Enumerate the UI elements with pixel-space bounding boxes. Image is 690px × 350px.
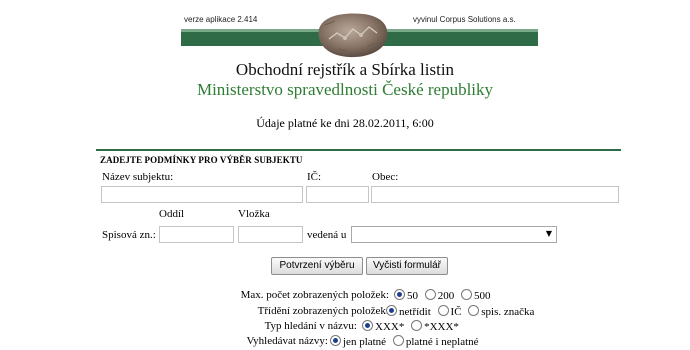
submit-selection-button[interactable]: Potvrzení výběru — [271, 257, 363, 275]
sort-options: netřídit IČ spis. značka — [382, 305, 534, 318]
data-valid-date: Údaje platné ke dni 28.02.2011, 6:00 — [256, 116, 434, 130]
app-version: verze aplikace 2.414 — [184, 15, 258, 24]
oddil-input[interactable] — [159, 226, 234, 243]
obec-input[interactable] — [371, 186, 619, 203]
radio-50-label: 50 — [407, 290, 418, 302]
radio-200[interactable] — [424, 289, 436, 300]
radio-500-label: 500 — [474, 290, 491, 302]
max-items-label: Max. počet zobrazených položek: — [240, 289, 389, 301]
radio-only-valid-label: jen platné — [343, 336, 387, 348]
clear-form-button[interactable]: Vyčisti formulář — [366, 257, 448, 275]
vendor-credit: vyvinul Corpus Solutions a.s. — [413, 15, 516, 24]
radio-ic-label: IČ — [450, 306, 462, 318]
section-divider — [96, 149, 621, 151]
search-type-label: Typ hledání v názvu: — [264, 320, 357, 332]
ic-input[interactable] — [306, 186, 369, 203]
radio-ic[interactable] — [437, 305, 449, 316]
radio-spis[interactable] — [468, 305, 480, 316]
vlozka-label: Vložka — [238, 208, 270, 220]
radio-prefix[interactable] — [362, 320, 373, 331]
radio-contains[interactable] — [411, 320, 423, 331]
vlozka-input[interactable] — [238, 226, 303, 243]
oddil-label: Oddíl — [159, 208, 185, 220]
radio-netridit-label: netřídit — [399, 306, 431, 318]
name-label: Název subjektu: — [102, 171, 174, 183]
header-banner: verze aplikace 2.414 vyvinul Corpus Solu… — [181, 11, 538, 58]
radio-spis-label: spis. značka — [481, 306, 535, 318]
sort-label: Třídění zobrazených položek: — [257, 305, 389, 317]
page-title: Obchodní rejstřík a Sbírka listin — [235, 60, 455, 79]
find-names-label: Vyhledávat názvy: — [246, 335, 328, 347]
radio-500[interactable] — [461, 289, 472, 300]
search-type-options: XXX* *XXX* — [358, 320, 459, 333]
ministry-subtitle: Ministerstvo spravedlnosti České republi… — [196, 80, 494, 99]
radio-all[interactable] — [392, 335, 404, 346]
max-items-options: 50 200 500 — [390, 289, 491, 302]
vedena-label: vedená u — [307, 229, 347, 241]
radio-200-label: 200 — [437, 290, 455, 302]
court-select[interactable]: ▼ — [351, 226, 557, 243]
spis-zn-label: Spisová zn.: — [102, 229, 156, 241]
radio-prefix-label: XXX* — [375, 321, 405, 333]
radio-contains-label: *XXX* — [424, 321, 459, 333]
radio-only-valid[interactable] — [330, 335, 341, 346]
radio-all-label: platné i neplatné — [405, 336, 479, 348]
radio-netridit[interactable] — [386, 305, 397, 316]
stone-emblem-icon — [315, 11, 391, 59]
dropdown-arrow-icon: ▼ — [545, 229, 552, 238]
ic-label: IČ: — [307, 171, 322, 183]
find-names-options: jen platné platné i neplatné — [326, 335, 479, 348]
radio-50[interactable] — [394, 289, 405, 300]
subject-name-input[interactable] — [101, 186, 303, 203]
section-title: ZADEJTE PODMÍNKY PRO VÝBĚR SUBJEKTU — [100, 155, 303, 165]
obec-label: Obec: — [372, 171, 399, 183]
